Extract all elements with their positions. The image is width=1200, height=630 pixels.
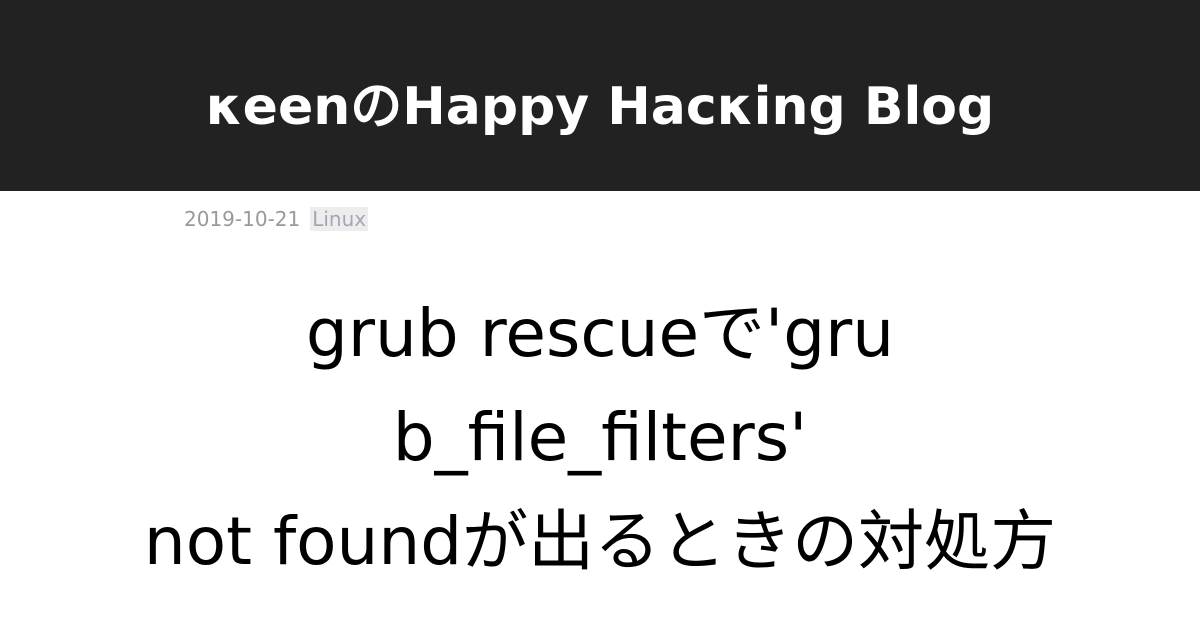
post-tag[interactable]: Linux — [310, 207, 369, 231]
post-title-line: not foundが出るときの対処方 — [143, 503, 1057, 580]
post-title-line: grub rescueで'gru — [305, 295, 895, 372]
post-date: 2019-10-21 — [184, 207, 301, 231]
post-title: grub rescueで'gru b_file_filters' not fou… — [0, 282, 1200, 594]
post-meta: 2019-10-21 Linux — [184, 207, 369, 231]
site-title[interactable]: κeenのHappy Hacκing Blog — [206, 64, 995, 139]
post-title-line: b_file_filters' — [392, 399, 808, 476]
site-header: κeenのHappy Hacκing Blog — [0, 0, 1200, 191]
